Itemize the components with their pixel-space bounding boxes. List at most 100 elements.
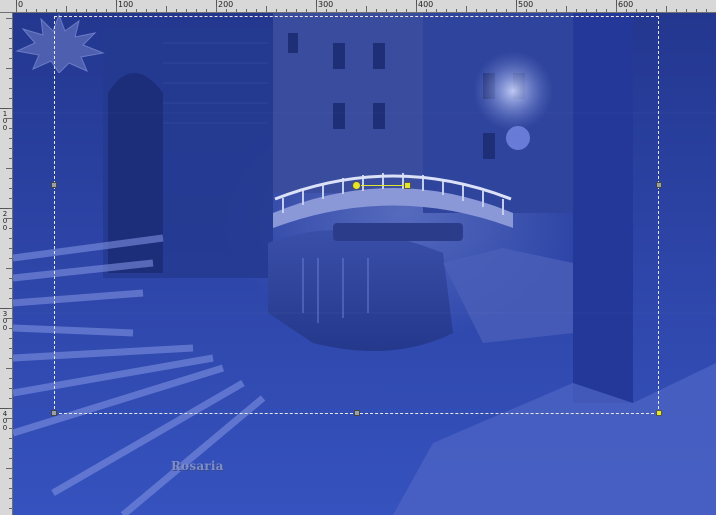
ruler-minor-tick bbox=[9, 208, 12, 209]
ruler-minor-tick bbox=[86, 9, 87, 12]
image-canvas[interactable]: Rosaria bbox=[13, 13, 716, 515]
ruler-minor-tick bbox=[416, 6, 417, 12]
ruler-minor-tick bbox=[566, 6, 567, 12]
ruler-minor-tick bbox=[506, 9, 507, 12]
ruler-minor-tick bbox=[9, 198, 12, 199]
watermark-text: Rosaria bbox=[171, 459, 224, 473]
ruler-minor-tick bbox=[186, 9, 187, 12]
ruler-minor-tick bbox=[9, 108, 12, 109]
ruler-minor-tick bbox=[206, 9, 207, 12]
ruler-minor-tick bbox=[606, 9, 607, 12]
ruler-label-400: 400 bbox=[418, 0, 434, 9]
ruler-minor-tick bbox=[286, 9, 287, 12]
ruler-minor-tick bbox=[626, 9, 627, 12]
ruler-minor-tick bbox=[396, 9, 397, 12]
ruler-minor-tick bbox=[426, 9, 427, 12]
ruler-minor-tick bbox=[446, 9, 447, 12]
ruler-minor-tick bbox=[696, 9, 697, 12]
ruler-minor-tick bbox=[156, 9, 157, 12]
ruler-minor-tick bbox=[9, 98, 12, 99]
ruler-minor-tick bbox=[6, 368, 12, 369]
selection-bounding-box[interactable] bbox=[54, 16, 659, 414]
ruler-minor-tick bbox=[9, 138, 12, 139]
ruler-label-0: 0 bbox=[18, 0, 24, 9]
vertical-ruler[interactable]: 100 200 300 400 bbox=[0, 13, 13, 515]
ruler-minor-tick bbox=[9, 308, 12, 309]
ruler-minor-tick bbox=[9, 188, 12, 189]
ruler-minor-tick bbox=[9, 38, 12, 39]
ruler-minor-tick bbox=[9, 488, 12, 489]
ruler-minor-tick bbox=[9, 238, 12, 239]
rotation-handle[interactable] bbox=[404, 182, 411, 189]
ruler-minor-tick bbox=[46, 9, 47, 12]
ruler-minor-tick bbox=[296, 9, 297, 12]
ruler-minor-tick bbox=[336, 9, 337, 12]
ruler-minor-tick bbox=[366, 6, 367, 12]
ruler-label-600: 600 bbox=[618, 0, 634, 9]
ruler-minor-tick bbox=[586, 9, 587, 12]
ruler-label-v400: 400 bbox=[2, 410, 8, 432]
handle-bottom-middle[interactable] bbox=[354, 410, 360, 416]
ruler-minor-tick bbox=[546, 9, 547, 12]
ruler-minor-tick bbox=[9, 178, 12, 179]
ruler-minor-tick bbox=[9, 328, 12, 329]
ruler-minor-tick bbox=[236, 9, 237, 12]
ruler-minor-tick bbox=[6, 318, 12, 319]
ruler-label-v100: 100 bbox=[2, 110, 8, 132]
ruler-minor-tick bbox=[556, 9, 557, 12]
ruler-minor-tick bbox=[256, 9, 257, 12]
ruler-minor-tick bbox=[356, 9, 357, 12]
ruler-minor-tick bbox=[9, 378, 12, 379]
ruler-minor-tick bbox=[9, 78, 12, 79]
ruler-minor-tick bbox=[316, 6, 317, 12]
ruler-minor-tick bbox=[9, 258, 12, 259]
ruler-minor-tick bbox=[266, 6, 267, 12]
handle-left-middle[interactable] bbox=[51, 182, 57, 188]
ruler-minor-tick bbox=[9, 28, 12, 29]
ruler-minor-tick bbox=[516, 6, 517, 12]
ruler-minor-tick bbox=[386, 9, 387, 12]
ruler-minor-tick bbox=[9, 388, 12, 389]
rotation-line bbox=[356, 185, 408, 186]
horizontal-ruler[interactable]: 0 100 200 300 400 500 600 bbox=[0, 0, 716, 13]
ruler-minor-tick bbox=[16, 6, 17, 12]
handle-right-middle[interactable] bbox=[656, 182, 662, 188]
ruler-minor-tick bbox=[9, 498, 12, 499]
ruler-minor-tick bbox=[6, 118, 12, 119]
ruler-minor-tick bbox=[106, 9, 107, 12]
ruler-minor-tick bbox=[9, 228, 12, 229]
ruler-label-200: 200 bbox=[218, 0, 234, 9]
ruler-minor-tick bbox=[636, 9, 637, 12]
ruler-minor-tick bbox=[136, 9, 137, 12]
ruler-minor-tick bbox=[9, 128, 12, 129]
ruler-minor-tick bbox=[9, 338, 12, 339]
ruler-minor-tick bbox=[456, 9, 457, 12]
ruler-minor-tick bbox=[666, 6, 667, 12]
ruler-label-v200: 200 bbox=[2, 210, 8, 232]
ruler-minor-tick bbox=[9, 438, 12, 439]
ruler-minor-tick bbox=[246, 9, 247, 12]
ruler-label-300: 300 bbox=[318, 0, 334, 9]
ruler-minor-tick bbox=[6, 468, 12, 469]
handle-bottom-left[interactable] bbox=[51, 410, 57, 416]
ruler-minor-tick bbox=[9, 148, 12, 149]
ruler-minor-tick bbox=[9, 248, 12, 249]
pivot-handle-icon[interactable] bbox=[352, 181, 361, 190]
ruler-minor-tick bbox=[9, 288, 12, 289]
ruler-minor-tick bbox=[686, 9, 687, 12]
ruler-minor-tick bbox=[616, 6, 617, 12]
ruler-minor-tick bbox=[9, 448, 12, 449]
ruler-minor-tick bbox=[56, 9, 57, 12]
ruler-minor-tick bbox=[486, 9, 487, 12]
ruler-minor-tick bbox=[436, 9, 437, 12]
scale-handle-icon[interactable] bbox=[656, 410, 662, 416]
ruler-minor-tick bbox=[76, 9, 77, 12]
ruler-minor-tick bbox=[376, 9, 377, 12]
ruler-minor-tick bbox=[306, 9, 307, 12]
ruler-minor-tick bbox=[9, 408, 12, 409]
ruler-minor-tick bbox=[536, 9, 537, 12]
ruler-minor-tick bbox=[126, 9, 127, 12]
ruler-minor-tick bbox=[9, 158, 12, 159]
ruler-minor-tick bbox=[9, 478, 12, 479]
ruler-minor-tick bbox=[9, 88, 12, 89]
